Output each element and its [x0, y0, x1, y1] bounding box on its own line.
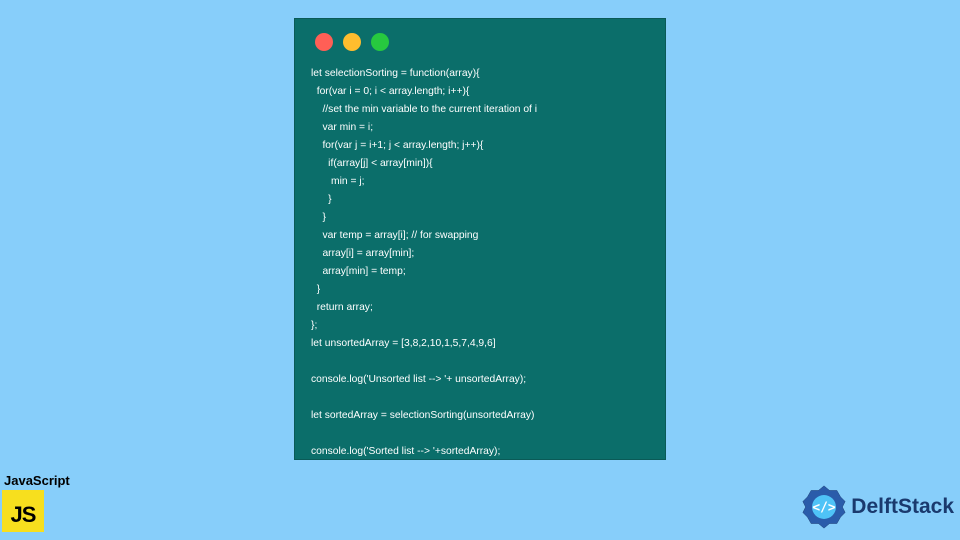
code-window: let selectionSorting = function(array){ …: [294, 18, 666, 460]
minimize-dot-icon: [343, 33, 361, 51]
code-block: let selectionSorting = function(array){ …: [311, 65, 649, 461]
close-dot-icon: [315, 33, 333, 51]
delftstack-text: DelftStack: [851, 495, 954, 519]
maximize-dot-icon: [371, 33, 389, 51]
javascript-label: JavaScript: [4, 473, 70, 488]
delftstack-badge: </> DelftStack: [801, 484, 954, 530]
delftstack-logo-icon: </>: [801, 484, 847, 530]
javascript-logo-icon: JS: [2, 490, 44, 532]
javascript-logo-text: JS: [11, 502, 36, 528]
svg-text:</>: </>: [813, 501, 837, 516]
window-traffic-lights: [315, 33, 649, 51]
javascript-badge: JavaScript JS: [2, 473, 70, 532]
